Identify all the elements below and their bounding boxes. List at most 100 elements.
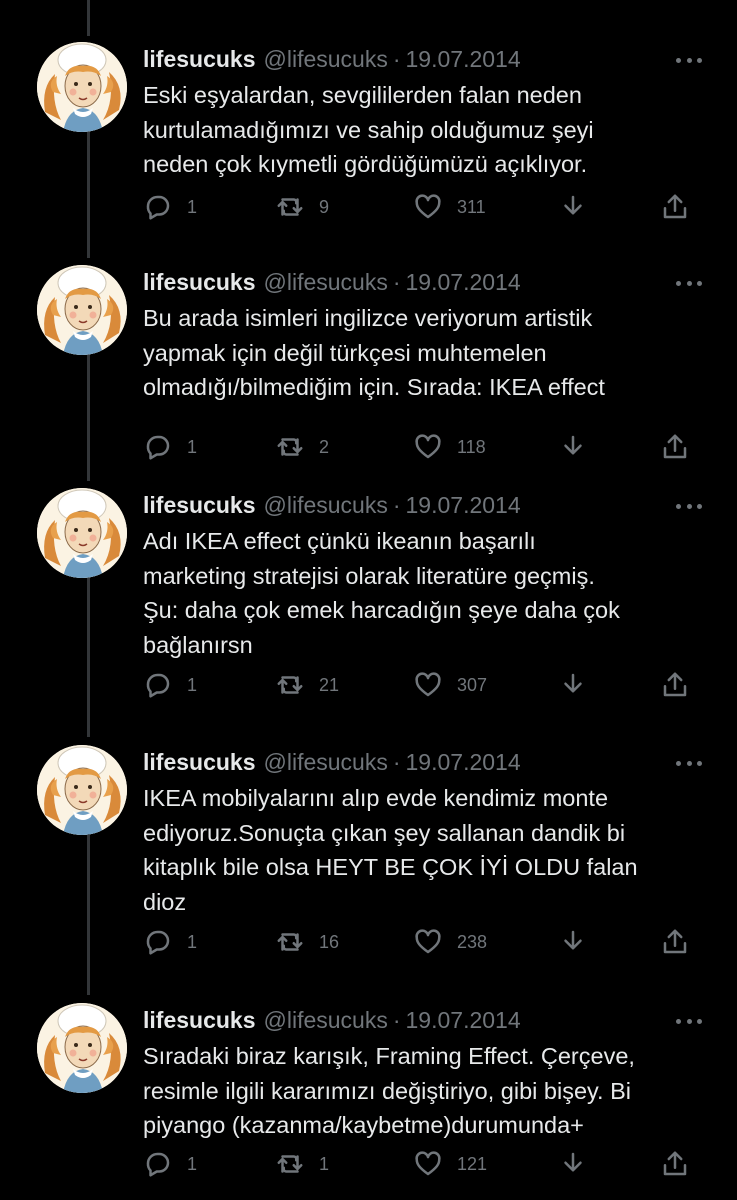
- reply-button[interactable]: 1: [143, 190, 197, 224]
- retweet-count: 16: [319, 931, 340, 952]
- download-button[interactable]: [558, 925, 588, 959]
- share-icon: [663, 194, 687, 219]
- reply-icon: [146, 1152, 170, 1177]
- reply-button[interactable]: 1: [143, 1147, 197, 1181]
- retweet-count: 21: [319, 674, 340, 695]
- tweet-header: lifesucuks @lifesucuks · 19.07.2014: [143, 1005, 521, 1035]
- author-name[interactable]: lifesucuks: [143, 747, 256, 777]
- avatar-illustration: [37, 265, 127, 355]
- like-button[interactable]: 311: [413, 190, 486, 224]
- avatar[interactable]: [37, 265, 127, 355]
- reply-button[interactable]: 1: [143, 430, 197, 464]
- share-icon: [663, 434, 687, 459]
- download-button[interactable]: [558, 190, 588, 224]
- tweet-date[interactable]: 19.07.2014: [406, 747, 521, 777]
- reply-button[interactable]: 1: [143, 668, 197, 702]
- tweet-date[interactable]: 19.07.2014: [406, 1005, 521, 1035]
- separator-dot: ·: [392, 1007, 401, 1033]
- retweet-count: 2: [319, 436, 330, 457]
- author-handle[interactable]: @lifesucuks: [264, 44, 388, 74]
- author-name[interactable]: lifesucuks: [143, 1005, 256, 1035]
- author-name[interactable]: lifesucuks: [143, 490, 256, 520]
- reply-count: 1: [187, 436, 198, 457]
- retweet-icon: [277, 676, 303, 694]
- download-button[interactable]: [558, 668, 588, 702]
- like-count: 238: [457, 931, 488, 952]
- more-icon[interactable]: [676, 1017, 702, 1025]
- share-button[interactable]: [660, 668, 690, 702]
- reply-count: 1: [187, 196, 198, 217]
- like-button[interactable]: 238: [413, 925, 487, 959]
- reply-icon: [146, 435, 170, 460]
- like-icon: [415, 434, 441, 459]
- share-button[interactable]: [660, 190, 690, 224]
- more-icon[interactable]: [676, 279, 702, 287]
- like-count: 311: [457, 196, 486, 217]
- reply-icon: [146, 673, 170, 698]
- share-icon: [663, 672, 687, 697]
- tweet-date[interactable]: 19.07.2014: [406, 490, 521, 520]
- download-button[interactable]: [558, 1147, 588, 1181]
- reply-button[interactable]: 1: [143, 925, 197, 959]
- like-count: 118: [457, 436, 486, 457]
- author-name[interactable]: lifesucuks: [143, 44, 256, 74]
- thread-line: [87, 0, 90, 36]
- retweet-button[interactable]: 2: [275, 430, 329, 464]
- separator-dot: ·: [392, 269, 401, 295]
- retweet-button[interactable]: 1: [275, 1147, 329, 1181]
- share-icon: [663, 929, 687, 954]
- like-icon: [415, 672, 441, 697]
- tweet-header: lifesucuks @lifesucuks · 19.07.2014: [143, 267, 521, 297]
- download-icon: [564, 435, 582, 455]
- tweet-date[interactable]: 19.07.2014: [406, 267, 521, 297]
- download-icon: [564, 930, 582, 950]
- like-count: 121: [457, 1153, 488, 1174]
- tweet-text: Eski eşyalardan, sevgililerden falan ned…: [143, 82, 594, 177]
- download-icon: [564, 673, 582, 693]
- more-icon[interactable]: [676, 502, 702, 510]
- share-icon: [663, 1151, 687, 1176]
- author-handle[interactable]: @lifesucuks: [264, 490, 388, 520]
- more-icon[interactable]: [676, 56, 702, 64]
- more-icon[interactable]: [676, 759, 702, 767]
- avatar-illustration: [37, 1003, 127, 1093]
- like-button[interactable]: 307: [413, 668, 487, 702]
- download-icon: [564, 195, 582, 215]
- tweet-actions: 1 2 118: [143, 430, 703, 464]
- retweet-button[interactable]: 21: [275, 668, 339, 702]
- tweet-header: lifesucuks @lifesucuks · 19.07.2014: [143, 44, 521, 74]
- reply-count: 1: [187, 931, 198, 952]
- avatar[interactable]: [37, 1003, 127, 1093]
- avatar[interactable]: [37, 488, 127, 578]
- reply-count: 1: [187, 1153, 198, 1174]
- avatar-illustration: [37, 488, 127, 578]
- retweet-icon: [277, 933, 303, 951]
- author-handle[interactable]: @lifesucuks: [264, 1005, 388, 1035]
- separator-dot: ·: [392, 492, 401, 518]
- tweet-actions: 1 1 121: [143, 1147, 703, 1181]
- author-name[interactable]: lifesucuks: [143, 267, 256, 297]
- reply-count: 1: [187, 674, 198, 695]
- like-button[interactable]: 121: [413, 1147, 487, 1181]
- share-button[interactable]: [660, 1147, 690, 1181]
- author-handle[interactable]: @lifesucuks: [264, 267, 388, 297]
- tweet-date[interactable]: 19.07.2014: [406, 44, 521, 74]
- retweet-button[interactable]: 16: [275, 925, 339, 959]
- author-handle[interactable]: @lifesucuks: [264, 747, 388, 777]
- thread-line: [87, 130, 90, 258]
- download-button[interactable]: [558, 430, 588, 464]
- avatar[interactable]: [37, 42, 127, 132]
- thread-line: [87, 577, 90, 737]
- retweet-button[interactable]: 9: [275, 190, 329, 224]
- share-button[interactable]: [660, 925, 690, 959]
- thread-line: [87, 353, 90, 481]
- avatar[interactable]: [37, 745, 127, 835]
- tweet-text: Bu arada isimleri ingilizce veriyorum ar…: [143, 305, 605, 400]
- reply-icon: [146, 930, 170, 955]
- like-button[interactable]: 118: [413, 430, 486, 464]
- share-button[interactable]: [660, 430, 690, 464]
- retweet-icon: [277, 438, 303, 456]
- tweet-header: lifesucuks @lifesucuks · 19.07.2014: [143, 747, 521, 777]
- tweet-text: IKEA mobilyalarını alıp evde kendimiz mo…: [143, 785, 638, 915]
- tweet-text: Sıradaki biraz karışık, Framing Effect. …: [143, 1043, 635, 1138]
